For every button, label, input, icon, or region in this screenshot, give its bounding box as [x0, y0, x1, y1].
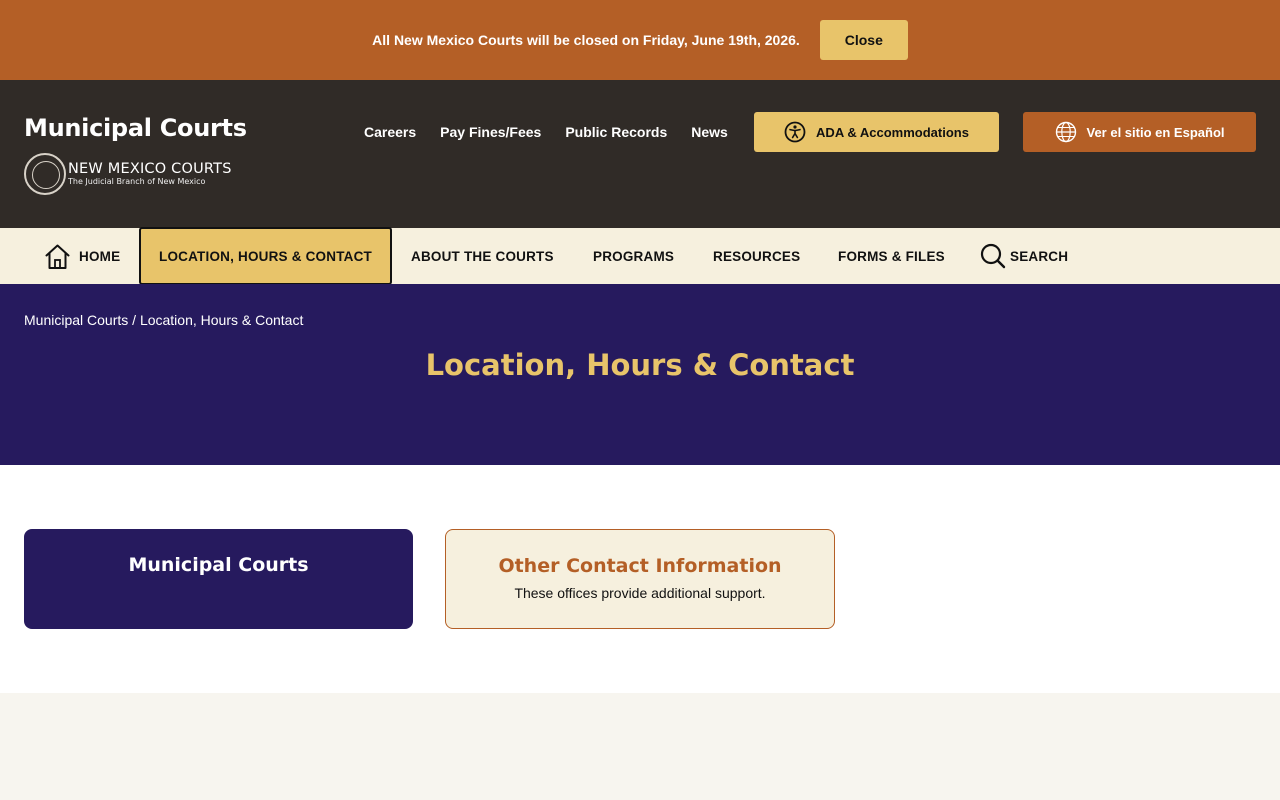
util-link-pay-fines[interactable]: Pay Fines/Fees: [440, 124, 541, 140]
alert-message: All New Mexico Courts will be closed on …: [372, 32, 800, 48]
nav-forms-and-files[interactable]: FORMS & FILES: [838, 228, 945, 284]
utility-nav: Careers Pay Fines/Fees Public Records Ne…: [364, 124, 728, 140]
search-icon: [980, 243, 1006, 269]
nav-location-hours-contact[interactable]: LOCATION, HOURS & CONTACT: [139, 227, 392, 285]
page-title: Location, Hours & Contact: [425, 348, 855, 382]
ada-label: ADA & Accommodations: [816, 124, 969, 140]
util-link-news[interactable]: News: [691, 124, 728, 140]
breadcrumb-current: Location, Hours & Contact: [139, 312, 304, 328]
logo-tagline: The Judicial Branch of New Mexico: [68, 177, 206, 186]
breadcrumb-root-link[interactable]: Municipal Courts: [24, 312, 128, 328]
nav-resources[interactable]: RESOURCES: [713, 228, 800, 284]
nav-search[interactable]: SEARCH: [980, 228, 1068, 284]
site-title[interactable]: Municipal Courts: [24, 114, 247, 142]
nav-about-the-courts[interactable]: ABOUT THE COURTS: [411, 228, 554, 284]
breadcrumb: Municipal Courts / Location, Hours & Con…: [24, 312, 303, 328]
nav-programs[interactable]: PROGRAMS: [593, 228, 674, 284]
card-title: Municipal Courts: [128, 554, 309, 576]
site-header: Municipal Courts NEW MEXICO COURTS The J…: [0, 80, 1280, 228]
main-nav: HOME LOCATION, HOURS & CONTACT ABOUT THE…: [0, 227, 1280, 285]
spanish-label: Ver el sitio en Español: [1086, 124, 1225, 140]
nm-courts-logo[interactable]: NEW MEXICO COURTS The Judicial Branch of…: [24, 153, 232, 195]
spanish-site-button[interactable]: Ver el sitio en Español: [1023, 112, 1256, 152]
card-title: Other Contact Information: [498, 555, 782, 577]
home-icon: [45, 244, 70, 269]
content-area: Municipal Courts Other Contact Informati…: [0, 465, 1280, 693]
nav-home[interactable]: HOME: [44, 228, 120, 284]
page-hero: Municipal Courts / Location, Hours & Con…: [0, 284, 1280, 465]
util-link-public-records[interactable]: Public Records: [565, 124, 667, 140]
court-seal-icon: [24, 153, 66, 195]
ada-accommodations-button[interactable]: ADA & Accommodations: [754, 112, 999, 152]
card-other-contact-information[interactable]: Other Contact Information These offices …: [445, 529, 835, 629]
accessibility-icon: [784, 121, 806, 143]
logo-name: NEW MEXICO COURTS: [68, 161, 232, 177]
card-municipal-courts[interactable]: Municipal Courts: [24, 529, 413, 629]
footer-area: [0, 693, 1280, 800]
alert-close-button[interactable]: Close: [819, 20, 908, 60]
util-link-careers[interactable]: Careers: [364, 124, 416, 140]
alert-banner: All New Mexico Courts will be closed on …: [0, 0, 1280, 80]
nav-home-label: HOME: [79, 248, 121, 264]
nav-search-label: SEARCH: [1010, 248, 1069, 264]
globe-icon: [1055, 121, 1076, 143]
breadcrumb-separator: /: [128, 312, 140, 328]
card-description: These offices provide additional support…: [514, 585, 766, 601]
